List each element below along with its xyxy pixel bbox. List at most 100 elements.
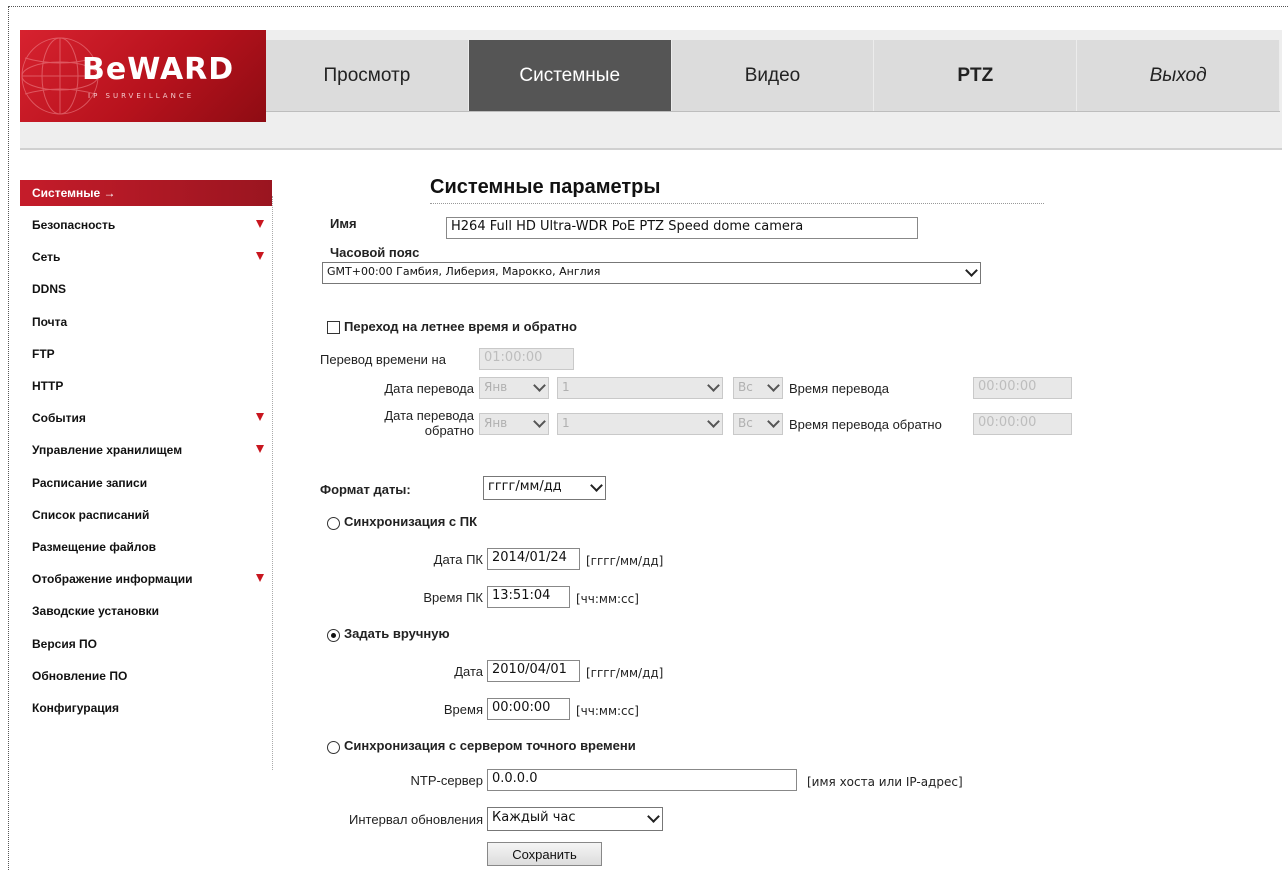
- sidebar-item-schedule-list[interactable]: Список расписаний: [20, 499, 272, 531]
- chevron-down-icon: [533, 379, 546, 392]
- submenu-arrow-icon: [256, 413, 264, 422]
- sidebar-item-label: Сеть: [32, 250, 61, 265]
- manual-time-hint: [чч:мм:сс]: [576, 704, 639, 718]
- dst-shift-label: Перевод времени на: [320, 352, 446, 367]
- dst-shift-field[interactable]: 01:00:00: [479, 348, 574, 370]
- sidebar-item-factory-defaults[interactable]: Заводские установки: [20, 595, 272, 627]
- sidebar-item-file-location[interactable]: Размещение файлов: [20, 531, 272, 563]
- sidebar-item-label: Почта: [32, 314, 68, 329]
- sidebar-item-network[interactable]: Сеть: [20, 241, 272, 273]
- pc-time-hint: [чч:мм:сс]: [576, 592, 639, 606]
- submenu-arrow-icon: [256, 220, 264, 228]
- sidebar-item-label: DDNS: [32, 282, 67, 297]
- submenu-arrow-icon: [256, 574, 264, 583]
- dst-start-weekday-value: Вс: [738, 380, 753, 394]
- logo-text: BeWARD: [82, 52, 235, 87]
- sidebar-item-firmware-version[interactable]: Версия ПО: [20, 627, 272, 659]
- sidebar-item-firmware-update[interactable]: Обновление ПО: [20, 660, 272, 692]
- chevron-down-icon: [767, 415, 780, 428]
- nav-video[interactable]: Видео: [672, 40, 875, 111]
- dst-checkbox[interactable]: [327, 321, 340, 334]
- logo-subtitle: IP SURVEILLANCE: [88, 92, 195, 100]
- sync-pc-radio[interactable]: [327, 517, 340, 530]
- sidebar-item-configuration[interactable]: Конфигурация: [20, 692, 272, 724]
- ntp-interval-label: Интервал обновления: [349, 812, 483, 827]
- manual-radio[interactable]: [327, 629, 340, 642]
- sidebar-item-label: Конфигурация: [32, 700, 120, 715]
- page-title: Системные параметры: [430, 176, 1044, 204]
- pc-date-label: Дата ПК: [433, 552, 483, 567]
- ntp-server-field[interactable]: 0.0.0.0: [487, 769, 797, 791]
- date-format-value: гггг/мм/дд: [488, 479, 562, 494]
- nav-system[interactable]: Системные: [468, 40, 672, 111]
- sidebar-item-osd[interactable]: Отображение информации: [20, 563, 272, 595]
- sidebar-item-ddns[interactable]: DDNS: [20, 273, 272, 305]
- sidebar-item-events[interactable]: События: [20, 402, 272, 434]
- pc-time-field[interactable]: 13:51:04: [487, 586, 570, 608]
- submenu-arrow-icon: [256, 445, 264, 454]
- dst-end-time-label: Время перевода обратно: [789, 417, 942, 432]
- chevron-down-icon: [767, 379, 780, 392]
- dst-start-weekday-select[interactable]: Вс: [733, 377, 783, 399]
- dst-end-day-value: 1: [562, 416, 570, 430]
- sidebar-item-label: Размещение файлов: [32, 539, 157, 554]
- ntp-server-label: NTP-сервер: [410, 773, 483, 788]
- manual-date-hint: [гггг/мм/дд]: [586, 666, 664, 680]
- sidebar-divider: [272, 196, 273, 770]
- date-format-select[interactable]: гггг/мм/дд: [483, 476, 606, 500]
- dst-start-date-label: Дата перевода: [384, 381, 474, 396]
- name-field[interactable]: H264 Full HD Ultra-WDR PoE PTZ Speed dom…: [446, 217, 918, 239]
- manual-time-label: Время: [443, 702, 483, 717]
- dst-start-month-value: Янв: [484, 380, 508, 394]
- chevron-down-icon: [533, 415, 546, 428]
- sync-pc-label: Синхронизация с ПК: [344, 514, 478, 529]
- sidebar-item-label: HTTP: [32, 379, 64, 394]
- pc-date-field[interactable]: 2014/01/24: [487, 548, 580, 570]
- ntp-label: Синхронизация с сервером точного времени: [344, 738, 636, 753]
- dst-start-month-select[interactable]: Янв: [479, 377, 549, 399]
- sidebar-item-label: Обновление ПО: [32, 668, 128, 683]
- sidebar-item-label: Системные →: [32, 186, 116, 200]
- dst-start-time-field[interactable]: 00:00:00: [973, 377, 1072, 399]
- dst-label: Переход на летнее время и обратно: [344, 319, 577, 334]
- chevron-down-icon: [647, 810, 660, 823]
- sidebar-item-storage[interactable]: Управление хранилищем: [20, 434, 272, 466]
- manual-time-field[interactable]: 00:00:00: [487, 698, 570, 720]
- sidebar-item-label: Версия ПО: [32, 636, 98, 651]
- nav-logout[interactable]: Выход: [1077, 40, 1280, 111]
- chevron-down-icon: [707, 415, 720, 428]
- manual-date-field[interactable]: 2010/04/01: [487, 660, 580, 682]
- dst-end-month-value: Янв: [484, 416, 508, 430]
- sidebar-item-label: События: [32, 411, 86, 426]
- date-format-label: Формат даты:: [320, 482, 411, 497]
- dst-end-day-select[interactable]: 1: [557, 413, 723, 435]
- dst-end-weekday-select[interactable]: Вс: [733, 413, 783, 435]
- sidebar-item-ftp[interactable]: FTP: [20, 338, 272, 370]
- dst-start-day-select[interactable]: 1: [557, 377, 723, 399]
- sidebar-item-system[interactable]: Системные →: [20, 180, 272, 206]
- sidebar-item-security[interactable]: Безопасность: [20, 209, 272, 241]
- nav-view[interactable]: Просмотр: [266, 40, 469, 111]
- dst-end-month-select[interactable]: Янв: [479, 413, 549, 435]
- sidebar-item-mail[interactable]: Почта: [20, 306, 272, 338]
- sidebar-item-http[interactable]: HTTP: [20, 370, 272, 402]
- timezone-select[interactable]: GMT+00:00 Гамбия, Либерия, Марокко, Англ…: [322, 262, 981, 284]
- chevron-down-icon: [965, 264, 978, 277]
- ntp-interval-value: Каждый час: [492, 810, 576, 825]
- dst-end-weekday-value: Вс: [738, 416, 753, 430]
- nav-ptz[interactable]: PTZ: [874, 40, 1078, 111]
- dst-start-day-value: 1: [562, 380, 570, 394]
- ntp-radio[interactable]: [327, 741, 340, 754]
- manual-label: Задать вручную: [344, 626, 450, 641]
- sidebar-item-label: FTP: [32, 346, 55, 361]
- dst-end-time-field[interactable]: 00:00:00: [973, 413, 1072, 435]
- pc-time-label: Время ПК: [423, 590, 483, 605]
- sidebar-item-label: Расписание записи: [32, 475, 148, 490]
- top-nav: Просмотр Системные Видео PTZ Выход: [266, 40, 1280, 112]
- save-button[interactable]: Сохранить: [487, 842, 602, 866]
- dst-start-time-label: Время перевода: [789, 381, 889, 396]
- sidebar-item-label: Список расписаний: [32, 507, 150, 522]
- ntp-interval-select[interactable]: Каждый час: [487, 807, 663, 831]
- timezone-label: Часовой пояс: [330, 245, 420, 260]
- sidebar-item-record-schedule[interactable]: Расписание записи: [20, 467, 272, 499]
